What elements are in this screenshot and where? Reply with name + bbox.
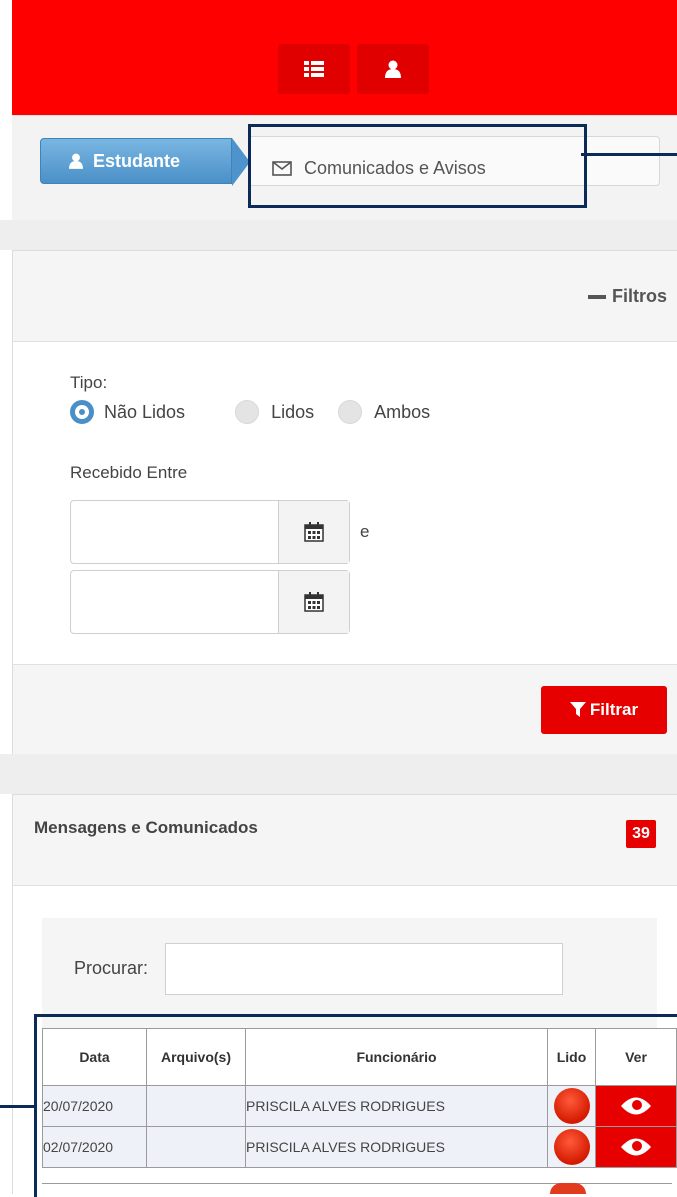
- date-from-calendar-button[interactable]: [278, 501, 349, 563]
- user-icon: [69, 153, 83, 169]
- radio-nao-lidos-label: Não Lidos: [104, 401, 186, 422]
- date-from-field[interactable]: [70, 500, 350, 564]
- user-button[interactable]: [357, 44, 429, 94]
- filter-button[interactable]: Filtrar: [541, 686, 667, 734]
- search-input[interactable]: [165, 943, 563, 995]
- breadcrumb-student-label: Estudante: [93, 150, 181, 171]
- filter-button-label: Filtrar: [589, 700, 639, 719]
- minus-icon: [587, 294, 606, 299]
- received-between-label: Recebido Entre: [70, 463, 188, 482]
- between-joiner: e: [360, 522, 370, 541]
- separator-band: [0, 220, 677, 250]
- messages-panel-header: [13, 795, 677, 886]
- list-icon: [304, 61, 324, 77]
- radio-group-tipo: Não Lidos Lidos Ambos: [70, 400, 430, 424]
- radio-ambos[interactable]: [338, 400, 363, 424]
- search-label: Procurar:: [74, 958, 149, 978]
- highlight-pointer: [0, 1105, 34, 1108]
- date-to-field[interactable]: [70, 570, 350, 634]
- radio-lidos[interactable]: [235, 400, 260, 424]
- message-count-badge: 39: [626, 820, 656, 848]
- radio-ambos-label: Ambos: [374, 401, 431, 422]
- highlight-box-table: [34, 1014, 677, 1197]
- separator-band: [0, 754, 677, 794]
- date-to-calendar-button[interactable]: [278, 571, 349, 633]
- calendar-icon: [304, 592, 324, 612]
- radio-nao-lidos[interactable]: [70, 400, 94, 424]
- filters-toggle[interactable]: Filtros: [587, 286, 667, 307]
- user-icon: [385, 60, 401, 78]
- highlight-connector: [581, 153, 677, 156]
- highlight-box-breadcrumb: [248, 124, 587, 208]
- tipo-label: Tipo:: [70, 373, 108, 392]
- funnel-icon: [569, 702, 586, 717]
- menu-list-button[interactable]: [278, 44, 350, 94]
- messages-title: Mensagens e Comunicados: [34, 818, 258, 837]
- filter-panel-header: Filtros: [13, 251, 677, 342]
- radio-lidos-label: Lidos: [271, 401, 315, 422]
- calendar-icon: [304, 522, 324, 542]
- filters-toggle-label: Filtros: [611, 286, 667, 306]
- breadcrumb-student[interactable]: Estudante: [40, 138, 232, 184]
